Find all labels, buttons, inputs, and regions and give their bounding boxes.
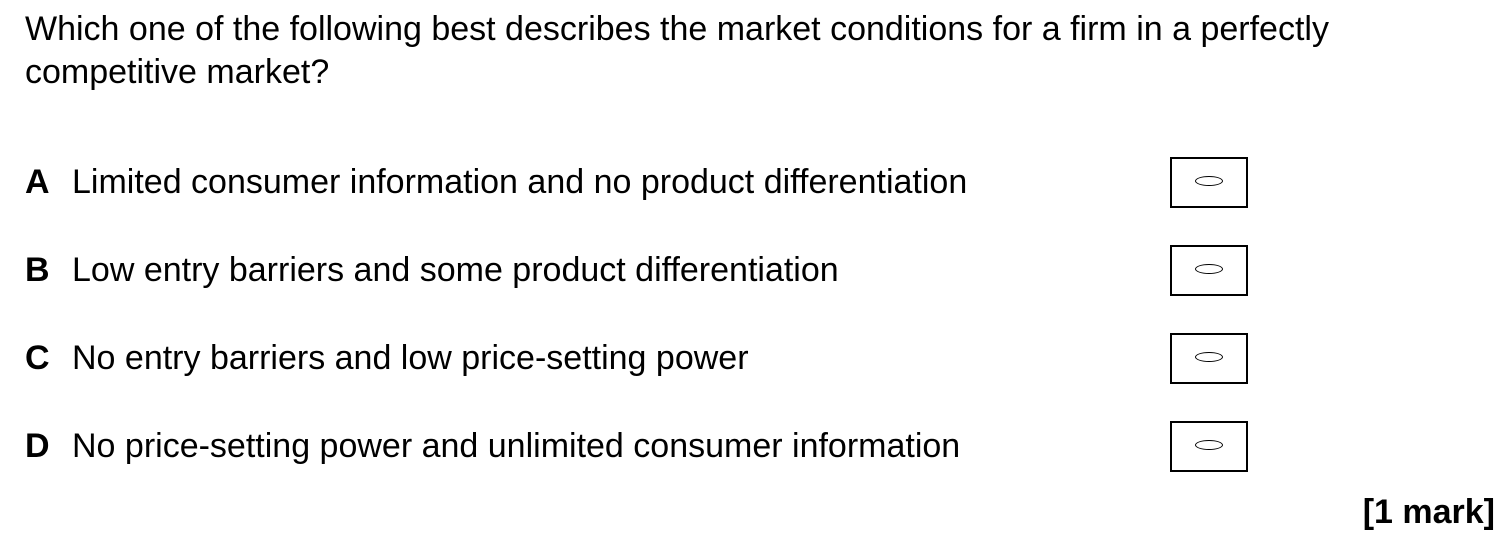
answer-box-c[interactable]	[1170, 333, 1248, 384]
option-c: C No entry barriers and low price-settin…	[25, 333, 1255, 384]
option-letter: A	[25, 163, 50, 201]
answer-bubble-icon	[1195, 440, 1223, 450]
option-letter: D	[25, 427, 50, 465]
answer-bubble-icon	[1195, 176, 1223, 186]
option-letter: C	[25, 339, 50, 377]
question-text: Which one of the following best describe…	[25, 10, 1329, 91]
answer-box-a[interactable]	[1170, 157, 1248, 208]
option-letter: B	[25, 251, 50, 289]
option-b: B Low entry barriers and some product di…	[25, 245, 1255, 296]
option-d: D No price-setting power and unlimited c…	[25, 421, 1255, 472]
answer-bubble-icon	[1195, 264, 1223, 274]
option-label: Limited consumer information and no prod…	[72, 163, 968, 201]
option-a: A Limited consumer information and no pr…	[25, 157, 1255, 208]
option-label: Low entry barriers and some product diff…	[72, 251, 839, 289]
answer-box-b[interactable]	[1170, 245, 1248, 296]
option-label: No price-setting power and unlimited con…	[72, 427, 961, 465]
answer-bubble-icon	[1195, 352, 1223, 362]
marks-label: [1 mark]	[1362, 493, 1495, 531]
option-label: No entry barriers and low price-setting …	[72, 339, 749, 377]
answer-box-d[interactable]	[1170, 421, 1248, 472]
